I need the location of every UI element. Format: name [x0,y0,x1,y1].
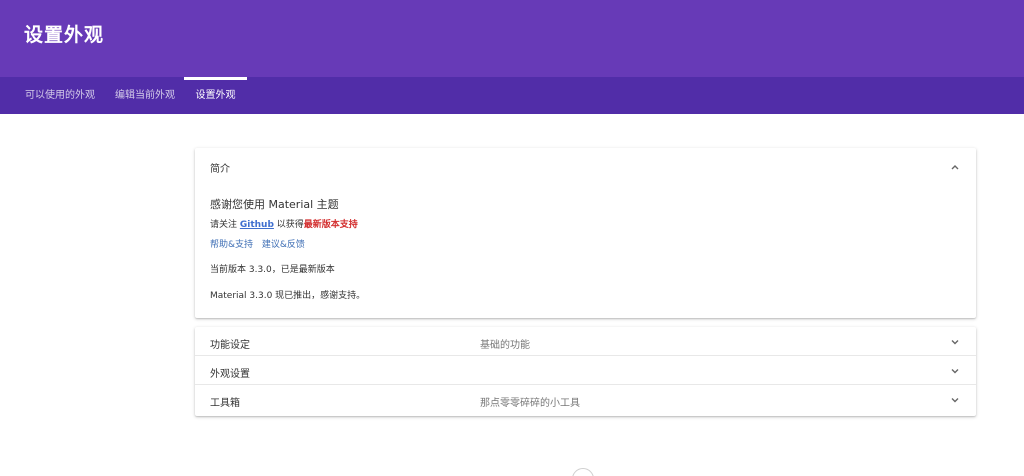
section-label: 外观设置 [210,369,250,380]
chevron-down-icon[interactable] [950,366,960,376]
tab-available-themes[interactable]: 可以使用的外观 [18,77,102,114]
feedback-link[interactable]: 建议&反馈 [262,240,305,250]
active-tab-indicator [184,77,247,80]
chevron-down-icon[interactable] [950,337,960,347]
section-description: 那点零零碎碎的小工具 [480,398,580,409]
intro-panel-header[interactable]: 简介 [195,148,976,186]
follow-line: 请关注 Github 以获得最新版本支持 [210,217,358,230]
tab-bar: 可以使用的外观 编辑当前外观 设置外观 [0,77,1024,114]
section-description: 基础的功能 [480,340,530,351]
intro-panel: 简介 感谢您使用 Material 主题 请关注 Github 以获得最新版本支… [195,148,976,318]
latest-support-text: 最新版本支持 [303,220,358,230]
floating-button-edge[interactable] [572,468,594,476]
intro-heading: 简介 [210,164,230,175]
github-link[interactable]: Github [240,220,274,230]
follow-mid: 以获得 [273,220,304,230]
version-status: 当前版本 3.3.0，已是最新版本 [210,265,335,275]
section-label: 功能设定 [210,340,250,351]
page-title: 设置外观 [24,24,105,46]
release-notice: Material 3.3.0 现已推出，感谢支持。 [210,291,366,301]
tab-edit-current-theme[interactable]: 编辑当前外观 [108,77,182,114]
chevron-up-icon[interactable] [950,162,960,172]
app-header: 设置外观 [0,0,1024,77]
chevron-down-icon[interactable] [950,395,960,405]
section-feature-settings[interactable]: 功能设定 基础的功能 [195,327,976,356]
section-toolbox[interactable]: 工具箱 那点零零碎碎的小工具 [195,385,976,414]
section-appearance-settings[interactable]: 外观设置 [195,356,976,385]
help-support-link[interactable]: 帮助&支持 [210,240,253,250]
section-label: 工具箱 [210,398,240,409]
settings-sections: 功能设定 基础的功能 外观设置 工具箱 那点零零碎碎的小工具 [195,327,976,416]
tab-theme-settings[interactable]: 设置外观 [184,77,247,114]
thanks-text: 感谢您使用 Material 主题 [210,198,339,211]
follow-prefix: 请关注 [210,220,240,230]
help-links: 帮助&支持 建议&反馈 [210,237,311,250]
